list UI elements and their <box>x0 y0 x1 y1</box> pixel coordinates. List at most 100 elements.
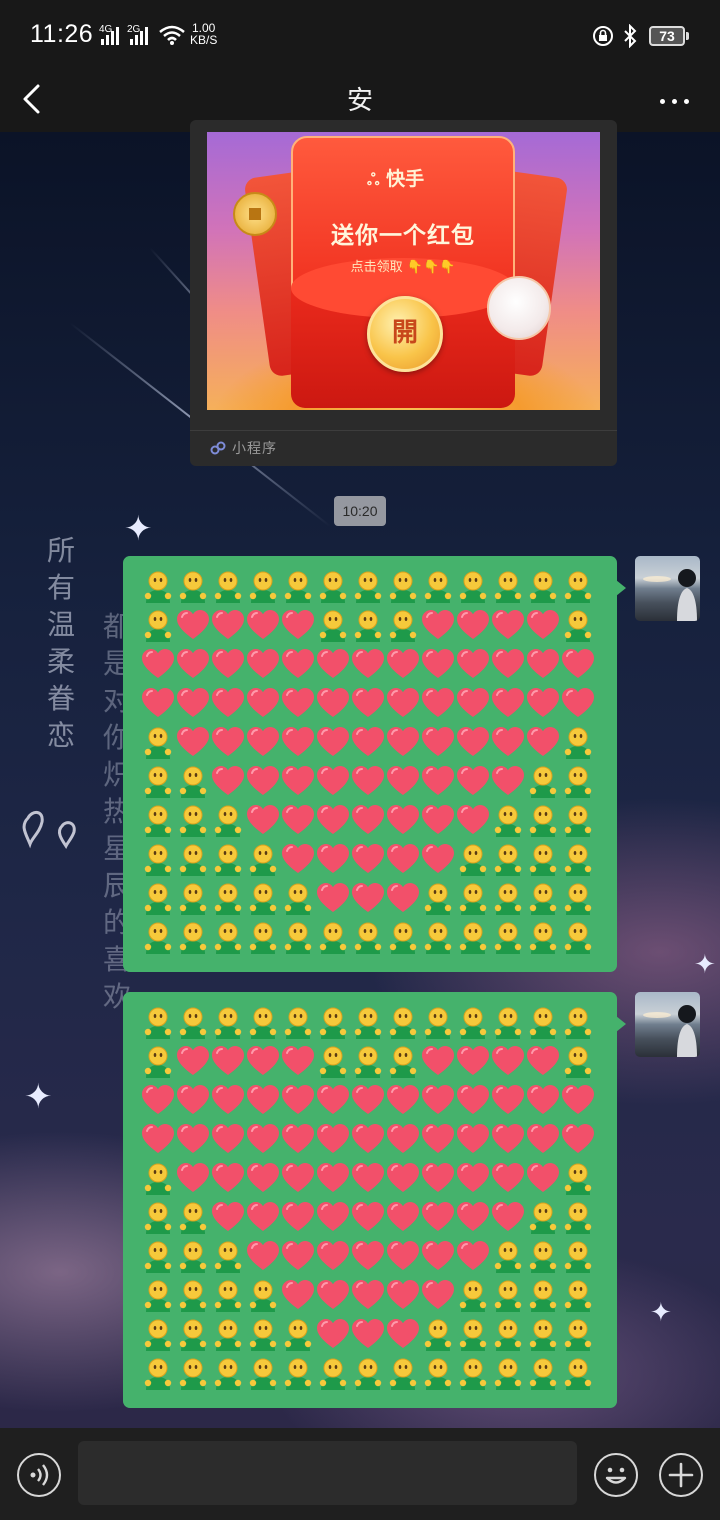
message-bubble[interactable] <box>123 556 626 972</box>
people-hugging-emoji-icon <box>281 569 315 605</box>
people-hugging-emoji-icon <box>211 1239 245 1275</box>
heart-emoji-icon <box>141 1122 175 1158</box>
heart-emoji-icon <box>316 881 350 917</box>
people-hugging-emoji-icon <box>561 1044 595 1080</box>
more-dots-icon <box>683 98 689 104</box>
people-hugging-emoji-icon <box>491 569 525 605</box>
heart-emoji-icon <box>351 686 385 722</box>
heart-emoji-icon <box>281 1200 315 1236</box>
people-hugging-emoji-icon <box>456 920 490 956</box>
people-hugging-emoji-icon <box>246 881 280 917</box>
heart-emoji-icon <box>211 1200 245 1236</box>
network-speed: 1.00 KB/S <box>190 22 217 46</box>
people-hugging-emoji-icon <box>526 1278 560 1314</box>
heart-emoji-icon <box>351 803 385 839</box>
add-icon <box>668 1462 694 1488</box>
more-options-button[interactable] <box>652 84 696 118</box>
people-hugging-emoji-icon <box>421 1005 455 1041</box>
people-hugging-emoji-icon <box>526 1200 560 1236</box>
heart-emoji-icon <box>421 1083 455 1119</box>
message-bubble[interactable] <box>123 992 626 1408</box>
people-hugging-emoji-icon <box>526 1317 560 1353</box>
heart-emoji-icon <box>316 1317 350 1353</box>
heart-emoji-icon <box>526 1083 560 1119</box>
heart-emoji-icon <box>246 1044 280 1080</box>
people-hugging-emoji-icon <box>386 920 420 956</box>
people-hugging-emoji-icon <box>561 1005 595 1041</box>
heart-emoji-icon <box>386 1317 420 1353</box>
people-hugging-emoji-icon <box>141 842 175 878</box>
people-hugging-emoji-icon <box>141 803 175 839</box>
people-hugging-emoji-icon <box>456 881 490 917</box>
bluetooth-icon <box>624 24 637 48</box>
heart-emoji-icon <box>281 1083 315 1119</box>
people-hugging-emoji-icon <box>386 1356 420 1392</box>
avatar[interactable] <box>635 556 700 621</box>
voice-input-button[interactable] <box>17 1453 61 1497</box>
envelope-title: 送你一个红包 <box>331 223 475 249</box>
emoji-button[interactable] <box>594 1453 638 1497</box>
people-hugging-emoji-icon <box>141 764 175 800</box>
heart-emoji-icon <box>526 608 560 644</box>
heart-emoji-icon <box>281 686 315 722</box>
heart-emoji-icon <box>281 1044 315 1080</box>
people-hugging-emoji-icon <box>141 1044 175 1080</box>
people-hugging-emoji-icon <box>561 881 595 917</box>
people-hugging-emoji-icon <box>561 608 595 644</box>
card-divider <box>190 430 617 431</box>
wallpaper-text-column: 所有温柔眷恋 <box>44 532 78 754</box>
heart-emoji-icon <box>421 1044 455 1080</box>
mini-program-card[interactable]: ஃ 快手 送你一个红包 点击领取 👇👇👇 開 小程序 <box>190 120 617 466</box>
people-hugging-emoji-icon <box>211 569 245 605</box>
heart-emoji-icon <box>281 647 315 683</box>
people-hugging-emoji-icon <box>491 1278 525 1314</box>
heart-emoji-icon <box>561 1122 595 1158</box>
wallpaper-char: 温 <box>46 608 75 641</box>
heart-emoji-icon <box>316 647 350 683</box>
people-hugging-emoji-icon <box>316 1005 350 1041</box>
chat-input-bar <box>0 1428 720 1520</box>
avatar[interactable] <box>635 992 700 1057</box>
heart-emoji-icon <box>141 647 175 683</box>
voice-icon <box>30 1464 49 1486</box>
add-more-button[interactable] <box>659 1453 703 1497</box>
heart-emoji-icon <box>316 764 350 800</box>
red-envelope-image[interactable]: ஃ 快手 送你一个红包 点击领取 👇👇👇 開 <box>207 132 600 410</box>
people-hugging-emoji-icon <box>491 920 525 956</box>
people-hugging-emoji-icon <box>141 608 175 644</box>
people-hugging-emoji-icon <box>351 920 385 956</box>
heart-emoji-icon <box>421 608 455 644</box>
people-hugging-emoji-icon <box>561 1317 595 1353</box>
heart-emoji-icon <box>211 725 245 761</box>
heart-emoji-icon <box>491 725 525 761</box>
heart-emoji-icon <box>246 1083 280 1119</box>
people-hugging-emoji-icon <box>526 1239 560 1275</box>
open-envelope-button[interactable]: 開 <box>367 296 443 372</box>
people-hugging-emoji-icon <box>316 608 350 644</box>
people-hugging-emoji-icon <box>176 764 210 800</box>
signal-strength-icon <box>101 27 119 45</box>
heart-emoji-icon <box>386 647 420 683</box>
more-dots-icon <box>659 98 665 104</box>
people-hugging-emoji-icon <box>526 920 560 956</box>
heart-emoji-icon <box>316 1239 350 1275</box>
people-hugging-emoji-icon <box>176 881 210 917</box>
heart-emoji-icon <box>316 803 350 839</box>
heart-emoji-icon <box>456 647 490 683</box>
brand-name: 快手 <box>386 168 425 190</box>
message-input[interactable] <box>78 1441 577 1505</box>
heart-emoji-icon <box>456 1161 490 1197</box>
mini-program-icon <box>210 441 226 455</box>
people-hugging-emoji-icon <box>141 1278 175 1314</box>
people-hugging-emoji-icon <box>526 803 560 839</box>
people-hugging-emoji-icon <box>246 920 280 956</box>
heart-emoji-icon <box>491 1122 525 1158</box>
people-hugging-emoji-icon <box>316 920 350 956</box>
wallpaper-char: 柔 <box>46 645 75 678</box>
heart-emoji-icon <box>281 725 315 761</box>
people-hugging-emoji-icon <box>421 920 455 956</box>
heart-emoji-icon <box>526 1161 560 1197</box>
heart-emoji-icon <box>281 803 315 839</box>
people-hugging-emoji-icon <box>211 1317 245 1353</box>
people-hugging-emoji-icon <box>176 1239 210 1275</box>
